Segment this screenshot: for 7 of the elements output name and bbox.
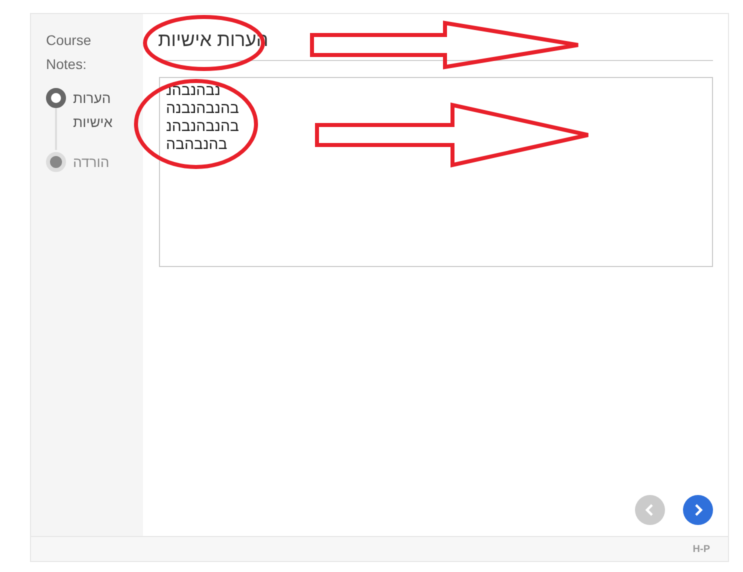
- chevron-right-icon: [692, 503, 704, 517]
- step-label[interactable]: הערות אישיות: [73, 86, 113, 150]
- logo: H-P: [692, 544, 710, 554]
- notes-field[interactable]: נבהנבהנ בהנבהנבנה בהנבהנבהנ בהנבהבה: [159, 77, 713, 267]
- chevron-left-icon: [644, 503, 656, 517]
- sidebar-title: Course Notes:: [46, 31, 92, 74]
- next-button[interactable]: [683, 495, 713, 525]
